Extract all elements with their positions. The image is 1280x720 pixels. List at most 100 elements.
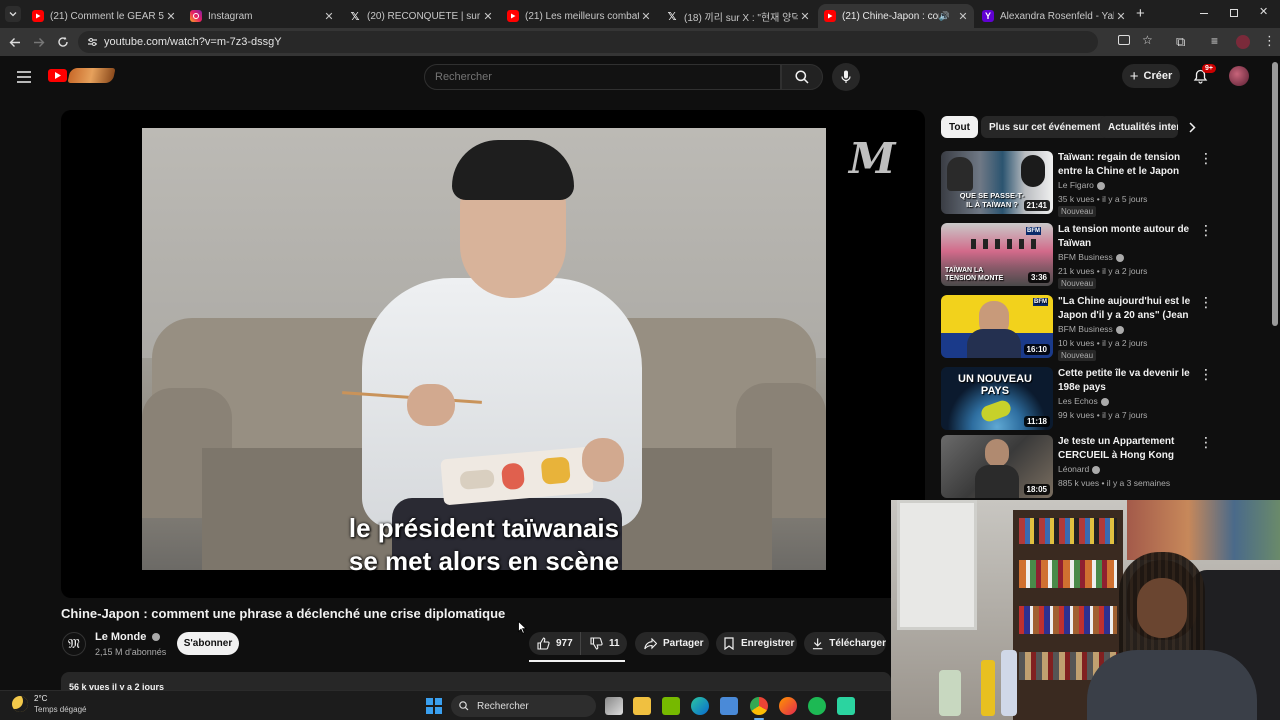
search-button[interactable] — [781, 64, 823, 90]
bookmark-star-icon[interactable]: ☆ — [1142, 33, 1153, 47]
download-button[interactable]: Télécharger — [804, 632, 886, 655]
browser-tab[interactable]: Instagram ✕ — [184, 4, 340, 28]
more-options-icon[interactable]: ⋮ — [1199, 435, 1213, 449]
new-tab-button[interactable]: + — [1136, 5, 1145, 22]
browser-tab[interactable]: 𝕏 (18) 끼리 sur X : "현재 양덕으도 ✕ — [660, 4, 816, 28]
search-input[interactable] — [425, 65, 780, 89]
new-badge: Nouveau — [1058, 350, 1097, 361]
subscriber-count: 2,15 M d'abonnés — [95, 647, 167, 657]
forward-arrow-icon[interactable] — [33, 37, 45, 48]
install-app-icon[interactable] — [1118, 35, 1130, 45]
video-player[interactable]: le président taïwanais se met alors en s… — [61, 110, 925, 598]
close-tab-icon[interactable]: ✕ — [481, 10, 495, 23]
channel-name[interactable]: Le Figaro — [1058, 180, 1105, 190]
channel-name[interactable]: BFM Business — [1058, 324, 1124, 334]
browser-tab-active[interactable]: (21) Chine-Japon : comme 🔊 ✕ — [818, 4, 974, 28]
recommended-video[interactable]: TAÏWAN LA TENSION MONTE BFM 3:36 La tens… — [941, 223, 1213, 289]
spotify-icon[interactable] — [808, 697, 826, 715]
recommended-video[interactable]: 18:05 Je teste un Appartement CERCUEIL à… — [941, 435, 1213, 499]
channel-name[interactable]: BFM Business — [1058, 252, 1124, 262]
more-options-icon[interactable]: ⋮ — [1199, 151, 1213, 165]
yahoo-icon: Y — [982, 10, 994, 22]
minimize-icon[interactable] — [1200, 13, 1208, 14]
voice-search-button[interactable] — [832, 63, 860, 91]
youtube-logo[interactable] — [48, 68, 116, 84]
instagram-icon — [190, 10, 202, 22]
back-arrow-icon[interactable] — [9, 37, 21, 48]
chrome-icon[interactable] — [750, 697, 768, 715]
video-title-link[interactable]: La tension monte autour de Taïwan — [1058, 223, 1193, 250]
like-button[interactable]: 977 — [529, 632, 581, 655]
firefox-icon[interactable] — [779, 697, 797, 715]
notifications-button[interactable]: 9+ — [1193, 64, 1216, 86]
close-tab-icon[interactable]: ✕ — [639, 10, 653, 23]
restore-icon[interactable] — [1230, 9, 1238, 17]
video-meta: 885 k vues • il y a 3 semaines — [1058, 478, 1171, 488]
address-bar[interactable]: youtube.com/watch?v=m-7z3-dssgY ☆ — [78, 31, 1153, 53]
verified-icon — [1096, 181, 1105, 190]
streaming-app-icon[interactable] — [837, 697, 855, 715]
search-field[interactable] — [424, 64, 781, 90]
video-thumbnail[interactable]: TAÏWAN LA TENSION MONTE BFM 3:36 — [941, 223, 1053, 286]
new-badge: Nouveau — [1058, 206, 1097, 217]
hamburger-menu-icon[interactable] — [17, 71, 31, 83]
video-thumbnail[interactable]: UN NOUVEAU PAYS 11:18 — [941, 367, 1053, 430]
more-options-icon[interactable]: ⋮ — [1199, 367, 1213, 381]
more-options-icon[interactable]: ⋮ — [1199, 223, 1213, 237]
recommended-video[interactable]: BFM 16:10 "La Chine aujourd'hui est le J… — [941, 295, 1213, 361]
nvidia-icon[interactable] — [662, 697, 680, 715]
edge-icon[interactable] — [691, 697, 709, 715]
reading-list-icon[interactable]: ≡ — [1211, 34, 1218, 48]
video-title-link[interactable]: Cette petite île va devenir le 198e pays — [1058, 367, 1193, 394]
close-tab-icon[interactable]: ✕ — [164, 10, 178, 23]
recommended-video[interactable]: UN NOUVEAU PAYS 11:18 Cette petite île v… — [941, 367, 1213, 431]
browser-tab[interactable]: 𝕏 (20) RECONQUÊTE | sur X : "🇫🇷 ✕ — [343, 4, 499, 28]
weather-temperature[interactable]: 2°C — [34, 694, 47, 703]
channel-avatar[interactable]: 𝔐 — [62, 632, 86, 656]
video-thumbnail[interactable]: BFM 16:10 — [941, 295, 1053, 358]
browser-menu-icon[interactable]: ⋮ — [1263, 33, 1276, 49]
video-thumbnail[interactable]: QUE SE PASSE-T-IL À TAÏWAN ? 21:41 — [941, 151, 1053, 214]
close-tab-icon[interactable]: ✕ — [1114, 10, 1128, 23]
video-meta: 35 k vues • il y a 5 jours — [1058, 194, 1148, 204]
recommended-video[interactable]: QUE SE PASSE-T-IL À TAÏWAN ? 21:41 Taïwa… — [941, 151, 1213, 217]
speaker-icon[interactable]: 🔊 — [939, 11, 950, 22]
subscribe-button[interactable]: S'abonner — [177, 632, 239, 655]
browser-tab[interactable]: Y Alexandra Rosenfeld - Yahoo F ✕ — [976, 4, 1132, 28]
save-button[interactable]: Enregistrer — [716, 632, 797, 655]
reload-icon[interactable] — [57, 36, 69, 48]
video-title-link[interactable]: "La Chine aujourd'hui est le Japon d'il … — [1058, 295, 1193, 322]
extensions-icon[interactable]: ⧉ — [1176, 34, 1185, 50]
close-tab-icon[interactable]: ✕ — [798, 10, 812, 23]
video-thumbnail[interactable]: 18:05 — [941, 435, 1053, 498]
more-options-icon[interactable]: ⋮ — [1199, 295, 1213, 309]
page-scrollbar[interactable] — [1272, 62, 1278, 326]
site-settings-icon[interactable] — [87, 37, 98, 47]
video-frame[interactable]: le président taïwanais se met alors en s… — [142, 128, 826, 576]
create-button[interactable]: + Créer — [1122, 64, 1180, 88]
video-title-link[interactable]: Je teste un Appartement CERCUEIL à Hong … — [1058, 435, 1193, 462]
channel-name[interactable]: Le Monde — [95, 631, 161, 643]
file-explorer-icon[interactable] — [633, 697, 651, 715]
close-tab-icon[interactable]: ✕ — [956, 10, 970, 23]
channel-name[interactable]: Léonard — [1058, 464, 1101, 474]
chip-more-event[interactable]: Plus sur cet événement — [981, 116, 1109, 138]
profile-avatar[interactable] — [1236, 35, 1250, 49]
channel-name[interactable]: Les Echos — [1058, 396, 1109, 406]
browser-tab[interactable]: (21) Comment le GEAR 5 a sau ✕ — [26, 4, 182, 28]
close-tab-icon[interactable]: ✕ — [322, 10, 336, 23]
tab-search-button[interactable] — [5, 6, 21, 22]
taskbar-search[interactable]: Rechercher — [451, 695, 596, 717]
video-title-link[interactable]: Taïwan: regain de tension entre la Chine… — [1058, 151, 1193, 178]
chip-all[interactable]: Tout — [941, 116, 978, 138]
browser-tab[interactable]: (21) Les meilleurs combats = N ✕ — [501, 4, 657, 28]
task-view-icon[interactable] — [605, 697, 623, 715]
share-button[interactable]: Partager — [635, 632, 709, 655]
dislike-button[interactable]: 11 — [581, 632, 620, 655]
close-window-icon[interactable]: ✕ — [1259, 5, 1268, 18]
chip-international-news[interactable]: Actualités inter — [1100, 116, 1178, 138]
store-icon[interactable] — [720, 697, 738, 715]
chevron-right-icon[interactable] — [1188, 122, 1196, 133]
account-avatar[interactable] — [1229, 66, 1249, 86]
windows-start-icon[interactable] — [426, 698, 442, 714]
